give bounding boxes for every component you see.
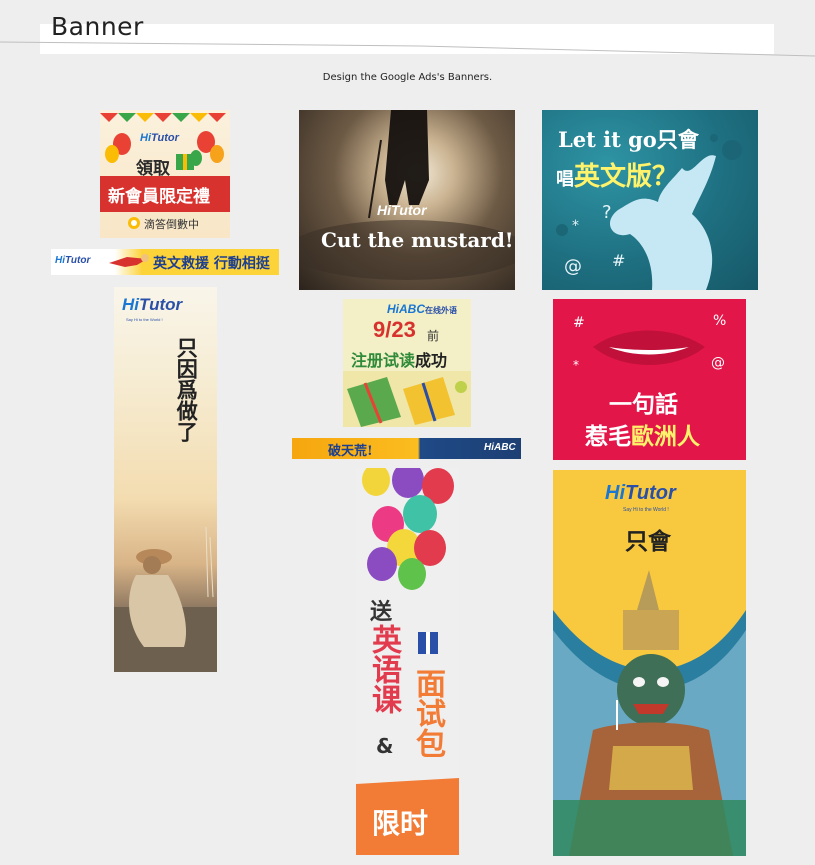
gift-boxes-illustration: [343, 371, 471, 427]
hiabc-logo: HiABC在线外语: [387, 302, 457, 316]
ad-strip2-text: 破天荒!: [328, 444, 373, 459]
ad-europe-line2: 惹毛歐洲人: [585, 417, 700, 451]
svg-text:*: *: [572, 218, 579, 234]
hitutor-logo: HiTutor: [122, 295, 183, 314]
hiabc-logo: HiABC: [484, 442, 516, 453]
ad-europe-annoy: 惹毛: [585, 423, 631, 450]
ad-gift-line2: 新會員限定禮: [108, 187, 210, 207]
page-title: Banner: [51, 12, 144, 41]
ad-balloons-course: 英语课: [366, 624, 401, 714]
hitutor-logo: HiTutor: [377, 202, 427, 218]
banner-let-it-go[interactable]: ? * # @ Let it go只會 唱英文版？: [542, 110, 758, 290]
ad-europe-people: 歐洲人: [631, 423, 700, 450]
ad-abc-success: 成功: [415, 351, 448, 370]
ad-balloons-limited: 限时: [372, 807, 429, 840]
banner-balloons-interview-kit[interactable]: 送 英语课 & 面试包 限时: [356, 468, 459, 855]
ad-strip1-text: 英文救援 行動相挺: [153, 256, 270, 272]
banner-unprecedented[interactable]: 破天荒! HiABC: [292, 438, 521, 459]
banner-offend-europeans[interactable]: # % * @ 一句話 惹毛歐洲人: [553, 299, 746, 460]
banner-english-rescue[interactable]: HiTutor 英文救援 行動相挺: [51, 249, 279, 275]
ad-beach-text: 只因爲做了: [174, 337, 200, 442]
svg-text:@: @: [711, 355, 725, 371]
ad-gift-line1: 領取: [136, 159, 170, 179]
ad-letitgo-english: Let it go: [558, 127, 657, 152]
temple-guardian-illustration: [553, 570, 746, 856]
hitutor-slogan: Say Hi to the World !: [623, 507, 669, 513]
banner-only-temple[interactable]: HiTutor Say Hi to the World ! 只會: [553, 470, 746, 856]
svg-text:#: #: [573, 315, 585, 331]
hitutor-logo: HiTutor: [605, 482, 676, 504]
beach-person-illustration: [114, 526, 217, 672]
ad-balloons-give: 送: [370, 599, 393, 625]
ad-letitgo-line1: Let it go只會: [558, 124, 699, 154]
banner-tall-beach[interactable]: HiTutor Say Hi to the World ! 只因爲做了: [114, 287, 217, 672]
ad-only-text: 只會: [625, 528, 671, 555]
banner-new-member-gift[interactable]: HiTutor 領取 新會員限定禮 滴答倒數中: [100, 110, 230, 238]
hitutor-logo: HiTutor: [55, 255, 91, 266]
ad-balloons-ampersand: &: [376, 734, 394, 758]
ad-gift-countdown: 滴答倒數中: [144, 218, 199, 231]
ad-abc-before: 前: [427, 329, 440, 343]
banner-abc-trial[interactable]: HiABC在线外语 9/23 前 注册试读成功: [343, 299, 471, 427]
svg-text:%: %: [713, 313, 726, 329]
ad-letitgo-sing: 唱: [556, 169, 574, 190]
ad-letitgo-line2: 唱英文版？: [556, 156, 678, 193]
svg-text:*: *: [573, 358, 579, 372]
page-description: Design the Google Ads's Banners.: [322, 72, 493, 83]
ad-letitgo-english-version: 英文版？: [574, 162, 679, 192]
figure-silhouette: [299, 110, 515, 280]
svg-text:@: @: [564, 256, 582, 277]
banner-cut-the-mustard[interactable]: HiTutor Cut the mustard!: [299, 110, 515, 290]
header-divider: [0, 41, 815, 57]
svg-text:#: #: [612, 251, 625, 270]
superhero-icon: [109, 254, 149, 267]
hitutor-slogan: Say Hi to the World !: [126, 317, 163, 322]
ad-europe-line1: 一句話: [609, 391, 678, 418]
ad-letitgo-cn: 只會: [656, 127, 699, 152]
svg-text:?: ?: [602, 202, 612, 223]
ad-abc-date: 9/23: [373, 317, 416, 342]
hitutor-logo: HiTutor: [140, 132, 179, 144]
ad-balloons-kit: 面试包: [410, 668, 445, 758]
ad-abc-line2: 注册试读成功: [351, 347, 447, 371]
ad-mustard-title: Cut the mustard!: [321, 228, 514, 252]
ad-abc-register: 注册试读: [351, 351, 416, 370]
